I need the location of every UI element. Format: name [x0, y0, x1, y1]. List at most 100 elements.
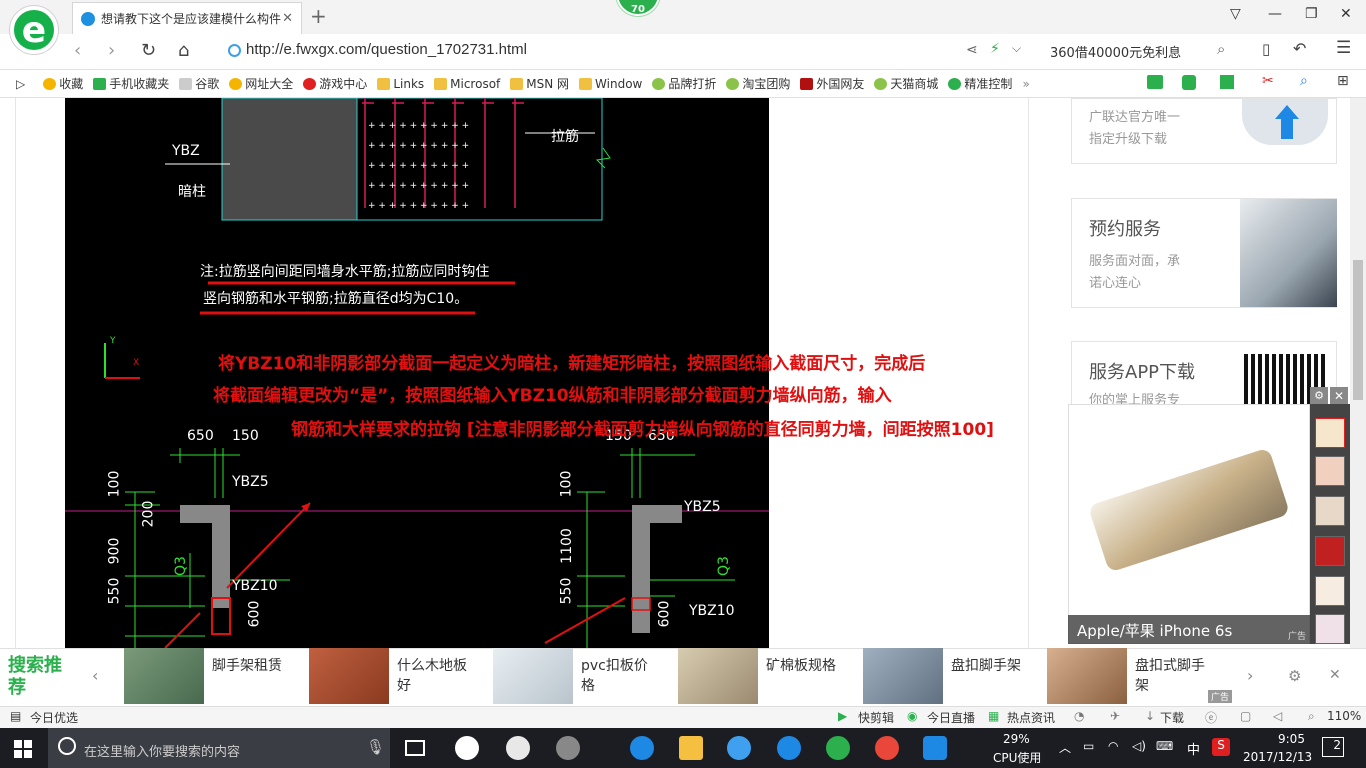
- recommend-prev-icon[interactable]: ‹: [92, 666, 98, 685]
- new-tab-icon[interactable]: +: [310, 4, 327, 28]
- pinwheel-app-icon[interactable]: [455, 736, 479, 760]
- battery-icon[interactable]: ▭: [1083, 739, 1094, 753]
- wifi-icon[interactable]: ◠: [1108, 739, 1118, 753]
- scrollbar-thumb[interactable]: [1353, 260, 1363, 400]
- today-pick-icon[interactable]: ▤: [10, 709, 21, 723]
- app-download-box[interactable]: 服务APP下载 你的掌上服务专: [1071, 341, 1337, 411]
- quickcut-icon[interactable]: ▶: [838, 709, 847, 723]
- reload-icon[interactable]: ↻: [141, 40, 156, 61]
- taskbar-search-input[interactable]: 在这里输入你要搜索的内容: [84, 741, 240, 760]
- mobile-icon[interactable]: ▯: [1262, 40, 1270, 58]
- ad-popup[interactable]: [1068, 404, 1310, 644]
- plus-app-icon[interactable]: [923, 736, 947, 760]
- keyboard-icon[interactable]: ⌨: [1156, 739, 1173, 753]
- upgrade-download-box[interactable]: 广联达官方唯一 指定升级下载: [1071, 98, 1337, 164]
- bookmark-item[interactable]: 淘宝团购: [726, 75, 790, 92]
- download-link[interactable]: 下载: [1160, 709, 1184, 726]
- bookmark-item[interactable]: 外国网友: [800, 75, 864, 92]
- ad-thumb[interactable]: [1315, 576, 1345, 606]
- tab-close-icon[interactable]: ✕: [282, 11, 293, 26]
- close-window-icon[interactable]: ✕: [1340, 6, 1352, 22]
- recommend-settings-icon[interactable]: ⚙: [1288, 667, 1301, 685]
- site-security-icon[interactable]: [228, 44, 241, 57]
- browser-logo-icon[interactable]: e: [10, 6, 58, 54]
- ad-thumb[interactable]: [1315, 456, 1345, 486]
- pin-icon[interactable]: ✈: [1110, 709, 1120, 723]
- share-icon[interactable]: ⋖: [966, 42, 978, 58]
- speed-icon[interactable]: ◔: [1074, 709, 1084, 723]
- task-view-icon[interactable]: [405, 740, 425, 756]
- glodon-app-icon[interactable]: [875, 736, 899, 760]
- address-ad-text[interactable]: 360借40000元免利息: [1050, 42, 1181, 61]
- notification-center-icon[interactable]: 2: [1322, 737, 1344, 757]
- ie-icon[interactable]: [727, 736, 751, 760]
- translate-icon[interactable]: [1220, 75, 1234, 89]
- restore-icon[interactable]: ❐: [1305, 6, 1318, 22]
- minimize-icon[interactable]: —: [1268, 6, 1282, 22]
- news-link[interactable]: 热点资讯: [1007, 709, 1055, 726]
- forward-icon[interactable]: ›: [108, 40, 115, 61]
- bookmark-item[interactable]: 谷歌: [179, 75, 219, 92]
- 360-browser-icon[interactable]: [826, 736, 850, 760]
- back-icon[interactable]: ‹: [74, 40, 81, 61]
- sogou-ime-icon[interactable]: S: [1212, 738, 1230, 756]
- volume-icon[interactable]: ◁): [1132, 739, 1146, 753]
- appointment-service-box[interactable]: 预约服务 服务面对面，承 诺心连心: [1071, 198, 1337, 308]
- live-link[interactable]: 今日直播: [927, 709, 975, 726]
- shield-icon[interactable]: [1182, 75, 1196, 90]
- sidebar-toggle-icon[interactable]: ▷: [16, 77, 25, 91]
- live-icon[interactable]: ◉: [907, 709, 917, 723]
- ad-thumb[interactable]: [1315, 614, 1345, 644]
- ad-settings-icon[interactable]: ⚙: [1310, 387, 1328, 405]
- refresh-app-icon[interactable]: [556, 736, 580, 760]
- today-pick-link[interactable]: 今日优选: [30, 709, 78, 726]
- home-icon[interactable]: ⌂: [178, 40, 189, 61]
- zoom-icon[interactable]: ⌕: [1308, 709, 1315, 724]
- bookmark-item[interactable]: 品牌打折: [652, 75, 716, 92]
- bookmark-item[interactable]: 手机收藏夹: [93, 75, 169, 92]
- url-input[interactable]: http://e.fwxgx.com/question_1702731.html: [246, 41, 527, 58]
- ime-indicator[interactable]: 中: [1187, 739, 1200, 758]
- tray-expand-icon[interactable]: ︿: [1059, 739, 1071, 756]
- ie-mode-icon[interactable]: ⓔ: [1205, 709, 1217, 726]
- ad-caption[interactable]: Apple/苹果 iPhone 6s 广告: [1068, 615, 1310, 644]
- bookmark-item[interactable]: 收藏: [43, 75, 83, 92]
- more-bookmarks-icon[interactable]: »: [1022, 77, 1029, 91]
- ad-close-icon[interactable]: ✕: [1330, 387, 1348, 405]
- shirt-skin-icon[interactable]: ▽: [1230, 6, 1241, 22]
- recommend-close-icon[interactable]: ✕: [1329, 667, 1341, 683]
- bookmark-item[interactable]: Microsof: [434, 77, 500, 91]
- glodon-g-icon[interactable]: [777, 736, 801, 760]
- bookmark-item[interactable]: 网址大全: [229, 75, 293, 92]
- edge-icon[interactable]: [630, 736, 654, 760]
- ad-thumb[interactable]: [1315, 496, 1345, 526]
- chevron-down-icon[interactable]: ⌵: [1012, 41, 1021, 56]
- clock-time[interactable]: 9:05: [1278, 732, 1305, 746]
- bookmark-item[interactable]: Links: [377, 77, 424, 91]
- windows-start-icon[interactable]: [14, 740, 32, 758]
- ie-taskbar-icon[interactable]: [506, 736, 530, 760]
- scissors-icon[interactable]: ✂: [1262, 73, 1274, 89]
- recommend-next-icon[interactable]: ›: [1247, 666, 1253, 685]
- search-icon[interactable]: ⌕: [1217, 40, 1225, 58]
- magnifier-icon[interactable]: ⌕: [1300, 73, 1308, 89]
- microphone-icon[interactable]: 🎙︎: [366, 738, 385, 756]
- bookmark-item[interactable]: 游戏中心: [303, 75, 367, 92]
- clock-date[interactable]: 2017/12/13: [1243, 750, 1312, 764]
- download-icon[interactable]: ↓: [1145, 709, 1155, 723]
- bookmark-item[interactable]: Window: [579, 77, 642, 91]
- lightning-icon[interactable]: ⚡: [990, 41, 1000, 57]
- window-icon[interactable]: ▢: [1240, 709, 1251, 723]
- ad-thumb[interactable]: [1315, 418, 1345, 448]
- bookmark-item[interactable]: 精准控制: [948, 75, 1012, 92]
- apps-grid-icon[interactable]: ⊞: [1337, 73, 1349, 89]
- menu-icon[interactable]: ☰: [1336, 38, 1351, 58]
- quickcut-link[interactable]: 快剪辑: [858, 709, 894, 726]
- browser-tab[interactable]: 想请教下这个是应该建模什么构件 ✕: [72, 2, 302, 34]
- news-icon[interactable]: ▦: [988, 709, 999, 723]
- ad-thumb[interactable]: [1315, 536, 1345, 566]
- zoom-level[interactable]: 110%: [1327, 709, 1361, 723]
- file-explorer-icon[interactable]: [679, 736, 703, 760]
- bookmark-item[interactable]: MSN 网: [510, 75, 569, 92]
- undo-icon[interactable]: ↶: [1293, 39, 1306, 58]
